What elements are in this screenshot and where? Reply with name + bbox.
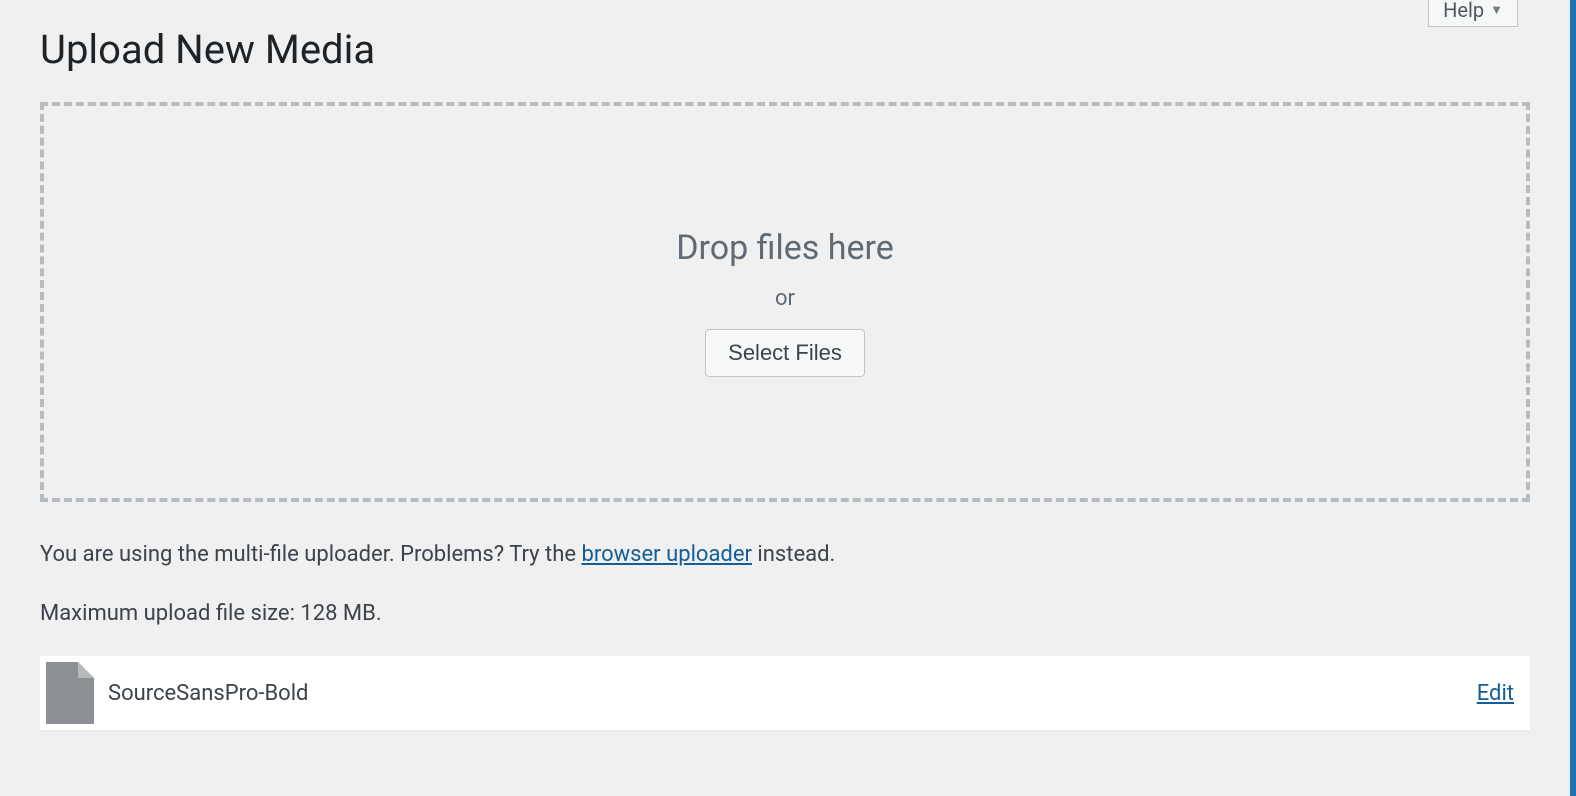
browser-uploader-link[interactable]: browser uploader xyxy=(581,542,751,567)
help-tab[interactable]: Help ▼ xyxy=(1428,0,1518,27)
file-name: SourceSansPro-Bold xyxy=(108,681,1463,706)
uploader-note-suffix: instead. xyxy=(752,542,835,567)
max-upload-size: Maximum upload file size: 128 MB. xyxy=(40,601,1530,626)
help-label: Help xyxy=(1443,0,1484,20)
uploader-note-prefix: You are using the multi-file uploader. P… xyxy=(40,542,581,567)
media-item: SourceSansPro-Bold Edit xyxy=(40,656,1530,730)
uploader-note: You are using the multi-file uploader. P… xyxy=(40,538,1530,571)
drop-zone[interactable]: Drop files here or Select Files xyxy=(40,102,1530,502)
drop-files-text: Drop files here xyxy=(676,228,894,268)
chevron-down-icon: ▼ xyxy=(1490,4,1503,17)
page-title: Upload New Media xyxy=(40,0,1530,102)
file-icon xyxy=(46,662,94,724)
edit-link[interactable]: Edit xyxy=(1477,681,1514,706)
select-files-button[interactable]: Select Files xyxy=(705,329,865,377)
or-text: or xyxy=(775,286,795,311)
